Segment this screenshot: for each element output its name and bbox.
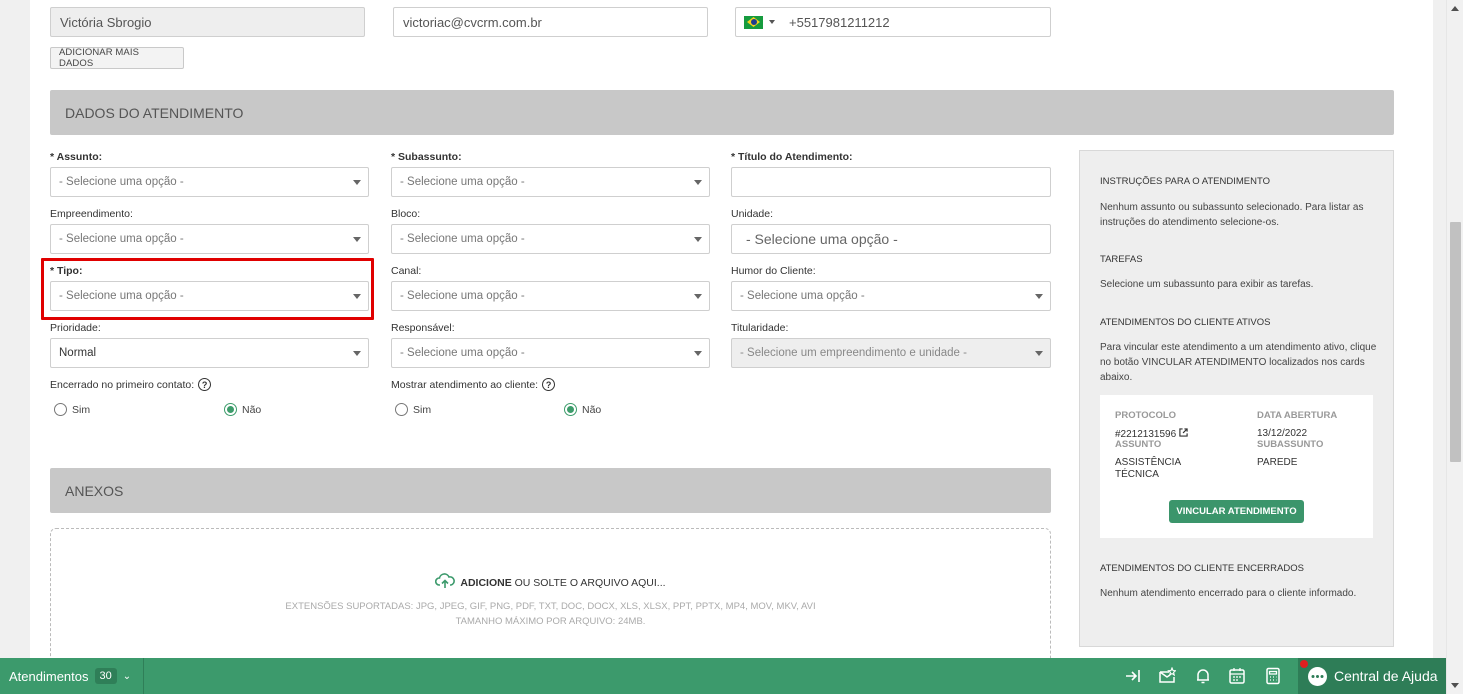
prioridade-select[interactable]: Normal — [50, 338, 369, 368]
active-title: ATENDIMENTOS DO CLIENTE ATIVOS — [1100, 317, 1271, 328]
empreendimento-label: Empreendimento: — [50, 208, 133, 220]
bloco-label: Bloco: — [391, 208, 421, 220]
mostrar-nao-radio[interactable]: Não — [564, 403, 601, 416]
add-file-link[interactable]: ADICIONE — [460, 577, 511, 589]
vertical-scrollbar[interactable] — [1446, 0, 1463, 694]
closed-text: Nenhum atendimento encerrado para o clie… — [1100, 588, 1357, 599]
caret-down-icon — [353, 294, 361, 299]
caret-down-icon — [1035, 294, 1043, 299]
protocolo-label: PROTOCOLO — [1115, 410, 1177, 421]
titulo-input[interactable] — [731, 167, 1051, 197]
radio-circle-checked[interactable] — [564, 403, 577, 416]
unidade-label: Unidade: — [731, 208, 774, 220]
email-field[interactable]: victoriac@cvcrm.com.br — [393, 7, 708, 37]
atendimentos-count-badge: 30 — [94, 668, 117, 684]
subassunto-card-label: SUBASSUNTO — [1257, 439, 1324, 450]
data-abertura-label: DATA ABERTURA — [1257, 410, 1338, 421]
instructions-title: INSTRUÇÕES PARA O ATENDIMENTO — [1100, 176, 1270, 187]
calculator-icon[interactable] — [1264, 667, 1282, 685]
caret-down-icon — [1035, 351, 1043, 356]
assunto-card-value: ASSISTÊNCIA TÉCNICA — [1115, 457, 1181, 480]
phone-field[interactable]: +5517981211212 — [735, 7, 1051, 37]
scrollbar-thumb[interactable] — [1450, 222, 1461, 462]
titularidade-label: Titularidade: — [731, 322, 789, 334]
external-link-icon[interactable] — [1179, 428, 1188, 437]
caret-down-icon — [694, 237, 702, 242]
prioridade-label: Prioridade: — [50, 322, 101, 334]
active-text: Para vincular este atendimento a um aten… — [1100, 342, 1377, 383]
titularidade-select[interactable]: - Selecione um empreendimento e unidade … — [731, 338, 1051, 368]
chevron-down-icon[interactable]: ⌄ — [123, 671, 131, 682]
atendimento-card: PROTOCOLO #2212131596 ASSUNTO ASSISTÊNCI… — [1100, 395, 1373, 538]
instructions-text: Nenhum assunto ou subassunto selecionado… — [1100, 202, 1364, 228]
bottom-bar: Atendimentos 30 ⌄ Central de Ajuda — [0, 658, 1446, 694]
mostrar-sim-radio[interactable]: Sim — [395, 403, 431, 416]
chevron-down-icon[interactable] — [769, 20, 775, 24]
bloco-select[interactable]: - Selecione uma opção - — [391, 224, 710, 254]
caret-down-icon — [353, 237, 361, 242]
canal-select[interactable]: - Selecione uma opção - — [391, 281, 710, 311]
subassunto-card-value: PAREDE — [1257, 457, 1298, 468]
section-anexos: ANEXOS — [50, 468, 1051, 513]
subassunto-select[interactable]: - Selecione uma opção - — [391, 167, 710, 197]
login-arrow-icon[interactable] — [1124, 667, 1142, 685]
max-size-text: TAMANHO MÁXIMO POR ARQUIVO: 24MB. — [455, 616, 646, 627]
chat-bubble-icon — [1300, 659, 1327, 686]
extensions-text: EXTENSÕES SUPORTADAS: JPG, JPEG, GIF, PN… — [285, 601, 816, 612]
name-field[interactable]: Victória Sbrogio — [50, 7, 365, 37]
mail-star-icon[interactable] — [1158, 667, 1176, 685]
tipo-label: * Tipo: — [50, 265, 83, 277]
caret-down-icon — [694, 351, 702, 356]
atendimentos-tab[interactable]: Atendimentos 30 ⌄ — [0, 658, 131, 694]
responsavel-select[interactable]: - Selecione uma opção - — [391, 338, 710, 368]
tasks-text: Selecione um subassunto para exibir as t… — [1100, 279, 1314, 290]
calendar-icon[interactable] — [1228, 667, 1246, 685]
file-drop-zone[interactable]: ADICIONE OU SOLTE O ARQUIVO AQUI... EXTE… — [50, 528, 1051, 668]
assunto-card-label: ASSUNTO — [1115, 439, 1162, 450]
help-center-button[interactable]: Central de Ajuda — [1298, 658, 1446, 694]
section-dados-atendimento: DADOS DO ATENDIMENTO — [50, 90, 1394, 135]
encerrado-sim-radio[interactable]: Sim — [54, 403, 90, 416]
scroll-down-arrow-icon[interactable] — [1451, 683, 1459, 688]
drop-zone-text: ADICIONE OU SOLTE O ARQUIVO AQUI... — [51, 573, 1050, 589]
radio-circle[interactable] — [54, 403, 67, 416]
divider — [143, 658, 144, 694]
cloud-upload-icon — [435, 573, 456, 588]
vincular-atendimento-button[interactable]: VINCULAR ATENDIMENTO — [1169, 500, 1304, 523]
mostrar-label: Mostrar atendimento ao cliente:? — [391, 378, 556, 391]
bell-icon[interactable] — [1194, 667, 1212, 685]
add-more-data-button[interactable]: ADICIONAR MAIS DADOS — [50, 47, 184, 69]
titulo-label: * Título do Atendimento: — [731, 151, 853, 163]
humor-select[interactable]: - Selecione uma opção - — [731, 281, 1051, 311]
caret-down-icon — [694, 180, 702, 185]
closed-title: ATENDIMENTOS DO CLIENTE ENCERRADOS — [1100, 563, 1304, 574]
unidade-select[interactable]: - Selecione uma opção - — [731, 224, 1051, 254]
scroll-up-arrow-icon[interactable] — [1451, 6, 1459, 11]
humor-label: Humor do Cliente: — [731, 265, 816, 277]
tipo-select[interactable]: - Selecione uma opção - — [50, 281, 369, 311]
help-icon[interactable]: ? — [198, 378, 212, 391]
tasks-title: TAREFAS — [1100, 254, 1143, 265]
encerrado-label: Encerrado no primeiro contato:? — [50, 378, 212, 391]
responsavel-label: Responsável: — [391, 322, 455, 334]
caret-down-icon — [353, 180, 361, 185]
caret-down-icon — [694, 294, 702, 299]
subassunto-label: * Subassunto: — [391, 151, 462, 163]
assunto-label: * Assunto: — [50, 151, 103, 163]
help-icon[interactable]: ? — [542, 378, 556, 391]
empreendimento-select[interactable]: - Selecione uma opção - — [50, 224, 369, 254]
assunto-select[interactable]: - Selecione uma opção - — [50, 167, 369, 197]
brazil-flag-icon[interactable] — [744, 15, 763, 29]
encerrado-nao-radio[interactable]: Não — [224, 403, 261, 416]
caret-down-icon — [353, 351, 361, 356]
side-panel: INSTRUÇÕES PARA O ATENDIMENTO Nenhum ass… — [1079, 150, 1394, 647]
radio-circle-checked[interactable] — [224, 403, 237, 416]
radio-circle[interactable] — [395, 403, 408, 416]
canal-label: Canal: — [391, 265, 422, 277]
